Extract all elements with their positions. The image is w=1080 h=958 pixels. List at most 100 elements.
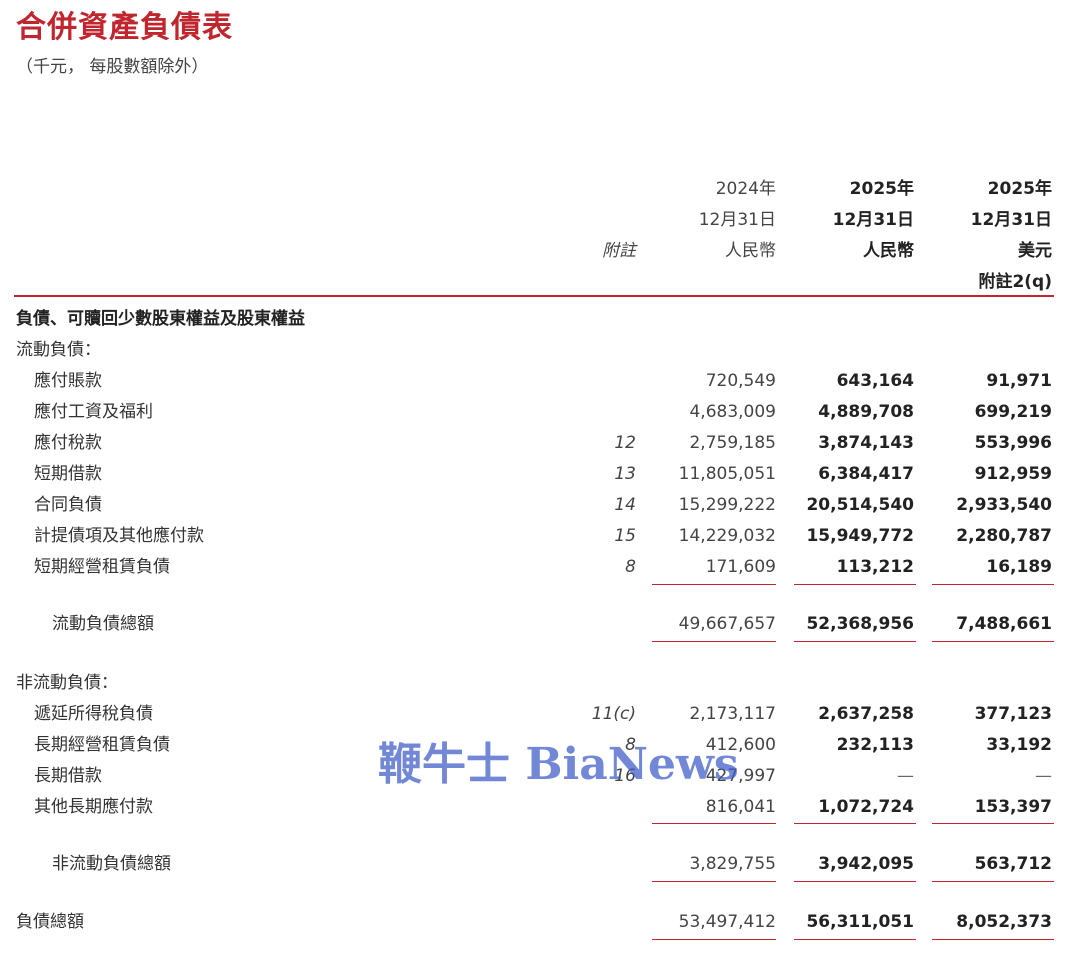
row-value-usd: 33,192	[986, 735, 1052, 755]
col1-currency: 人民幣	[725, 241, 776, 261]
col1-year: 2024年	[715, 179, 776, 199]
subtotal-rule-usd	[932, 584, 1054, 585]
row-value-2024: 14,229,032	[678, 526, 776, 546]
header-divider	[14, 295, 1054, 297]
row-value-2024: 4,683,009	[689, 402, 776, 422]
table-row: 其他長期應付款 816,041 1,072,724 153,397	[0, 792, 1080, 823]
table-row: 合同負債 14 15,299,222 20,514,540 2,933,540	[0, 490, 1080, 521]
row-note: 15	[614, 526, 636, 546]
page-subtitle: （千元， 每股數額除外）	[16, 57, 209, 77]
row-note: 14	[614, 495, 636, 515]
row-value-2025: 3,942,095	[818, 854, 914, 874]
row-value-2024: 15,299,222	[678, 495, 776, 515]
row-label: 其他長期應付款	[34, 797, 153, 817]
row-value-usd: 2,280,787	[956, 526, 1052, 546]
row-value-usd: 699,219	[974, 402, 1052, 422]
row-value-2024: 11,805,051	[678, 464, 776, 484]
row-value-2024: 816,041	[705, 797, 776, 817]
total-rule-2024	[652, 641, 776, 642]
row-value-usd: 7,488,661	[956, 614, 1052, 634]
row-value-2025: 113,212	[836, 557, 914, 577]
row-value-usd: 553,996	[974, 433, 1052, 453]
row-label: 合同負債	[34, 495, 102, 515]
noncurrent-total-row: 非流動負債總額 3,829,755 3,942,095 563,712	[0, 849, 1080, 880]
row-note: 11(c)	[591, 704, 636, 724]
subtotal-rule-2025	[794, 584, 916, 585]
col1-date: 12月31日	[698, 210, 776, 230]
row-label: 應付賬款	[34, 371, 102, 391]
row-value-2025: 643,164	[836, 371, 914, 391]
row-label: 短期經營租賃負債	[34, 557, 170, 577]
table-row: 應付工資及福利 4,683,009 4,889,708 699,219	[0, 397, 1080, 428]
table-row: 計提債項及其他應付款 15 14,229,032 15,949,772 2,28…	[0, 521, 1080, 552]
row-label: 流動負債總額	[52, 614, 154, 634]
total-rule-2025	[794, 881, 916, 882]
row-value-2024: 171,609	[705, 557, 776, 577]
table-row: 應付稅款 12 2,759,185 3,874,143 553,996	[0, 428, 1080, 459]
row-label: 遞延所得稅負債	[34, 704, 153, 724]
row-value-usd: 912,959	[974, 464, 1052, 484]
row-value-2025: 52,368,956	[806, 614, 914, 634]
row-note: 8	[625, 557, 636, 577]
row-value-usd: 153,397	[974, 797, 1052, 817]
table-row: 短期經營租賃負債 8 171,609 113,212 16,189	[0, 552, 1080, 583]
row-value-2025: 3,874,143	[818, 433, 914, 453]
row-note: 12	[614, 433, 636, 453]
row-value-2025: 4,889,708	[818, 402, 914, 422]
total-rule-2024	[652, 881, 776, 882]
row-label: 應付稅款	[34, 433, 102, 453]
col3-year: 2025年	[987, 179, 1052, 199]
row-value-2024: 2,173,117	[689, 704, 776, 724]
note-column-header: 附註	[602, 241, 636, 261]
row-value-usd: 16,189	[986, 557, 1052, 577]
row-value-usd: 8,052,373	[956, 912, 1052, 932]
grand-total-rule-usd	[932, 939, 1054, 940]
table-row: 遞延所得稅負債 11(c) 2,173,117 2,637,258 377,12…	[0, 699, 1080, 730]
col3-note: 附註2(q)	[978, 272, 1052, 292]
row-value-usd: 563,712	[974, 854, 1052, 874]
row-value-2024: 720,549	[705, 371, 776, 391]
page-title: 合併資產負債表	[16, 10, 233, 45]
row-label: 負債總額	[16, 912, 84, 932]
row-value-2025: 232,113	[836, 735, 914, 755]
total-rule-usd	[932, 641, 1054, 642]
row-label: 計提債項及其他應付款	[34, 526, 204, 546]
row-note: 13	[614, 464, 636, 484]
row-label: 應付工資及福利	[34, 402, 153, 422]
row-value-usd: —	[1035, 766, 1052, 786]
grand-total-row: 負債總額 53,497,412 56,311,051 8,052,373	[0, 907, 1080, 938]
row-value-2024: 49,667,657	[678, 614, 776, 634]
col3-currency: 美元	[1018, 241, 1052, 261]
grand-total-rule-2024	[652, 939, 776, 940]
row-value-usd: 377,123	[974, 704, 1052, 724]
grand-total-rule-2025	[794, 939, 916, 940]
row-label: 長期經營租賃負債	[34, 735, 170, 755]
row-value-2025: 15,949,772	[806, 526, 914, 546]
col2-currency: 人民幣	[863, 241, 914, 261]
section-heading-row: 負債、可贖回少數股東權益及股東權益	[0, 304, 1080, 335]
row-value-2025: 56,311,051	[806, 912, 914, 932]
row-value-2025: 2,637,258	[818, 704, 914, 724]
row-value-2025: 1,072,724	[818, 797, 914, 817]
row-value-2025: 6,384,417	[818, 464, 914, 484]
row-value-2025: 20,514,540	[806, 495, 914, 515]
subtotal-rule-2024	[652, 823, 776, 824]
row-value-2024: 3,829,755	[689, 854, 776, 874]
total-rule-2025	[794, 641, 916, 642]
row-value-usd: 2,933,540	[956, 495, 1052, 515]
total-rule-usd	[932, 881, 1054, 882]
watermark-logo: 鞭牛士 BiaNews	[378, 739, 739, 790]
row-label: 長期借款	[34, 766, 102, 786]
row-label: 短期借款	[34, 464, 102, 484]
noncurrent-heading-row: 非流動負債：	[0, 668, 1080, 699]
table-row: 短期借款 13 11,805,051 6,384,417 912,959	[0, 459, 1080, 490]
current-liabilities-heading: 流動負債：	[16, 340, 101, 360]
current-total-row: 流動負債總額 49,667,657 52,368,956 7,488,661	[0, 609, 1080, 640]
subtotal-rule-2025	[794, 823, 916, 824]
subtotal-rule-usd	[932, 823, 1054, 824]
row-value-usd: 91,971	[986, 371, 1052, 391]
row-value-2024: 53,497,412	[678, 912, 776, 932]
current-heading-row: 流動負債：	[0, 335, 1080, 366]
col2-date: 12月31日	[832, 210, 914, 230]
row-value-2025: —	[897, 766, 914, 786]
